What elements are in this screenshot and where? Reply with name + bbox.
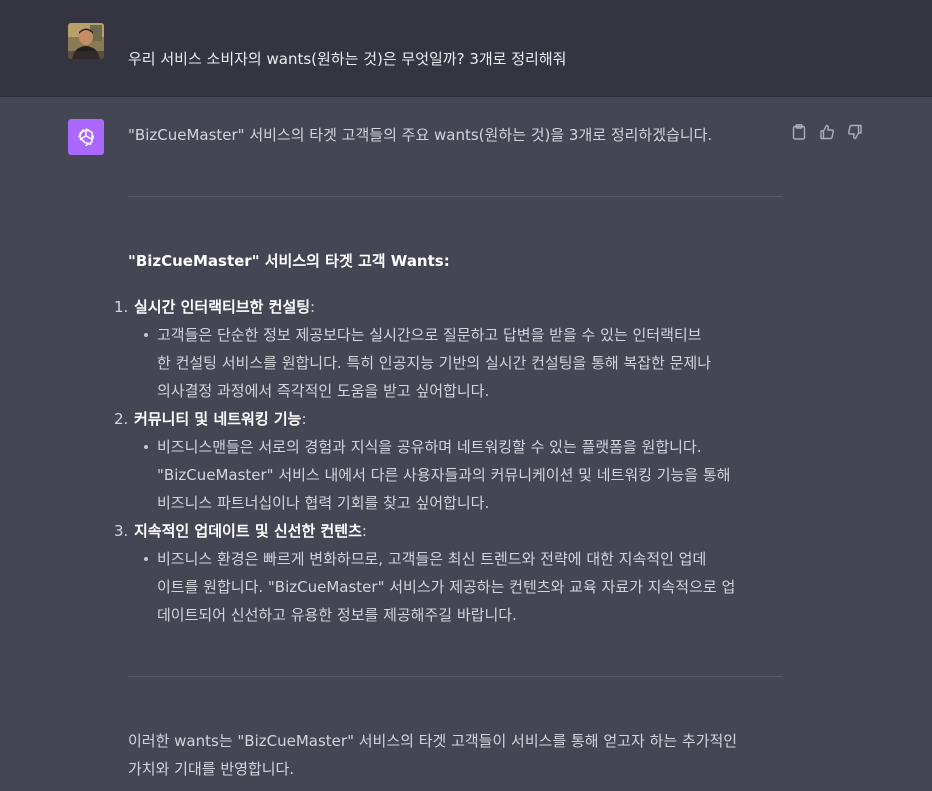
clipboard-icon <box>792 124 806 140</box>
text-line: 고객들은 단순한 정보 제공보다는 실시간으로 질문하고 답변을 받을 수 있는… <box>157 326 702 344</box>
assistant-message-row: "BizCueMaster" 서비스의 타겟 고객들의 주요 wants(원하는… <box>0 97 932 791</box>
wants-list: 1. 실시간 인터랙티브한 컨설팅: 고객들은 단순한 정보 제공보다는 실시간… <box>114 293 794 629</box>
message-actions <box>790 123 864 141</box>
bullet-item: 비즈니스 환경은 빠르게 변화하므로, 고객들은 최신 트렌드와 전략에 대한 … <box>134 545 794 629</box>
thumbs-up-icon <box>820 124 834 140</box>
text-line: 이트를 원합니다. "BizCueMaster" 서비스가 제공하는 컨텐츠와 … <box>157 578 736 596</box>
list-item: 2. 커뮤니티 및 네트워킹 기능: 비즈니스맨들은 서로의 경험과 지식을 공… <box>114 405 794 517</box>
list-item-title: 커뮤니티 및 네트워킹 기능 <box>134 410 302 428</box>
text-line: 비즈니스맨들은 서로의 경험과 지식을 공유하며 네트워킹할 수 있는 플랫폼을… <box>157 438 702 456</box>
user-message-text: 우리 서비스 소비자의 wants(원하는 것)은 무엇일까? 3개로 정리해줘 <box>128 50 567 68</box>
list-number: 2. <box>114 410 129 428</box>
text-line: 데이트되어 신선하고 유용한 정보를 제공해주길 바랍니다. <box>157 606 517 624</box>
text-line: 의사결정 과정에서 즉각적인 도움을 받고 싶어합니다. <box>157 382 490 400</box>
copy-button[interactable] <box>790 123 808 141</box>
list-item-title: 실시간 인터랙티브한 컨설팅 <box>134 298 311 316</box>
text-line: 비즈니스 파트너십이나 협력 기회를 찾고 싶어합니다. <box>157 494 490 512</box>
list-item-colon: : <box>310 298 316 316</box>
openai-logo-icon <box>68 119 104 155</box>
text-line: 한 컨설팅 서비스를 원합니다. 특히 인공지능 기반의 실시간 컨설팅을 통해… <box>157 354 712 372</box>
thumbs-down-icon <box>848 124 862 140</box>
list-item: 1. 실시간 인터랙티브한 컨설팅: 고객들은 단순한 정보 제공보다는 실시간… <box>114 293 794 405</box>
list-item-colon: : <box>301 410 307 428</box>
outro-paragraph: 이러한 wants는 "BizCueMaster" 서비스의 타겟 고객들이 서… <box>128 727 788 783</box>
section-heading: "BizCueMaster" 서비스의 타겟 고객 Wants: <box>128 252 450 270</box>
list-item-colon: : <box>361 522 367 540</box>
user-avatar-photo <box>68 23 104 59</box>
bullet-item: 비즈니스맨들은 서로의 경험과 지식을 공유하며 네트워킹할 수 있는 플랫폼을… <box>134 433 794 517</box>
divider <box>128 196 782 197</box>
list-item: 3. 지속적인 업데이트 및 신선한 컨텐츠: 비즈니스 환경은 빠르게 변화하… <box>114 517 794 629</box>
text-line: 가치와 기대를 반영합니다. <box>128 760 295 778</box>
user-avatar <box>68 23 104 59</box>
list-number: 3. <box>114 522 129 540</box>
text-line: 비즈니스 환경은 빠르게 변화하므로, 고객들은 최신 트렌드와 전략에 대한 … <box>157 550 707 568</box>
list-number: 1. <box>114 298 129 316</box>
list-item-title: 지속적인 업데이트 및 신선한 컨텐츠 <box>134 522 362 540</box>
bullet-item: 고객들은 단순한 정보 제공보다는 실시간으로 질문하고 답변을 받을 수 있는… <box>134 321 794 405</box>
like-button[interactable] <box>818 123 836 141</box>
bullet-list: 비즈니스맨들은 서로의 경험과 지식을 공유하며 네트워킹할 수 있는 플랫폼을… <box>134 433 794 517</box>
text-line: "BizCueMaster" 서비스 내에서 다른 사용자들과의 커뮤니케이션 … <box>157 466 731 484</box>
divider <box>128 676 782 677</box>
user-message-row: 우리 서비스 소비자의 wants(원하는 것)은 무엇일까? 3개로 정리해줘 <box>0 0 932 97</box>
text-line: 이러한 wants는 "BizCueMaster" 서비스의 타겟 고객들이 서… <box>128 732 738 750</box>
intro-paragraph: "BizCueMaster" 서비스의 타겟 고객들의 주요 wants(원하는… <box>128 126 713 144</box>
bullet-list: 고객들은 단순한 정보 제공보다는 실시간으로 질문하고 답변을 받을 수 있는… <box>134 321 794 405</box>
bullet-list: 비즈니스 환경은 빠르게 변화하므로, 고객들은 최신 트렌드와 전략에 대한 … <box>134 545 794 629</box>
dislike-button[interactable] <box>846 123 864 141</box>
